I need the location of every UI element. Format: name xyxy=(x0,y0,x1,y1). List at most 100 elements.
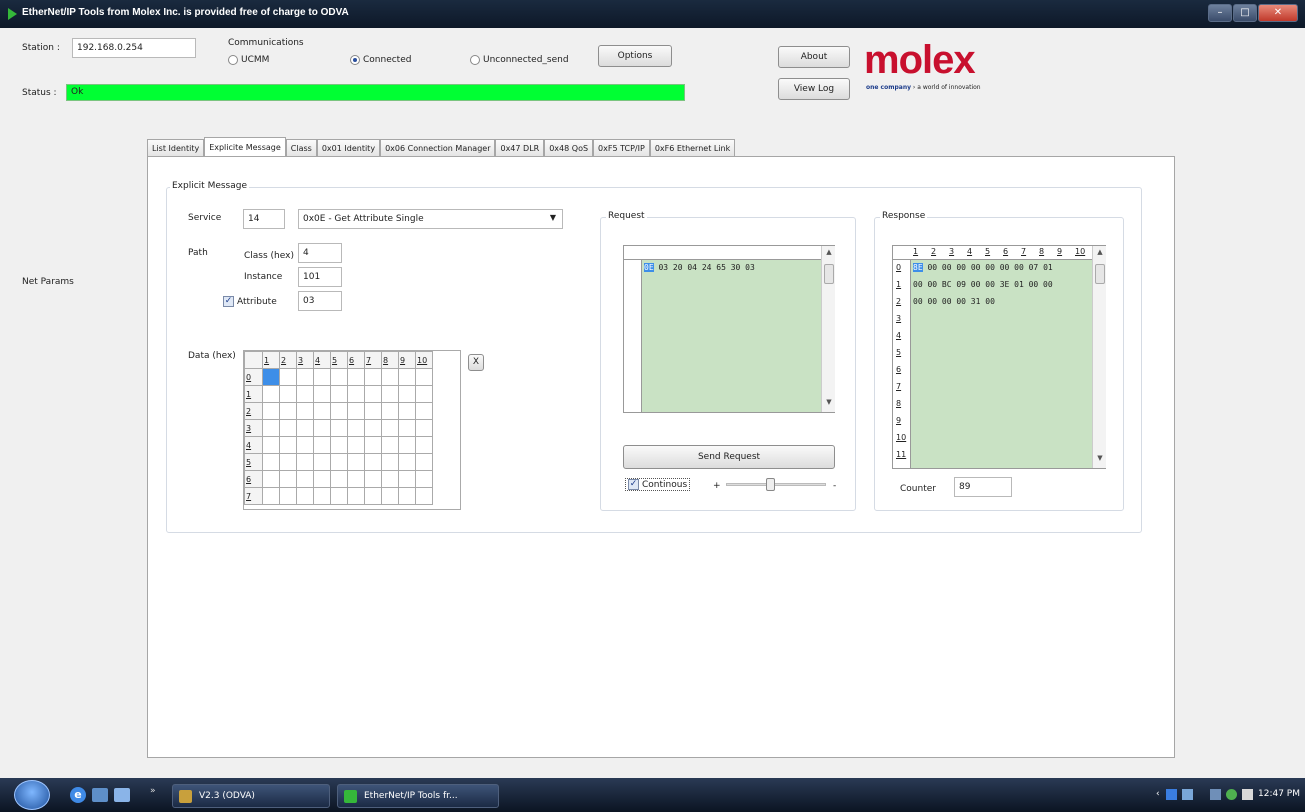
data-cell[interactable] xyxy=(364,419,382,437)
service-select[interactable]: 0x0E - Get Attribute Single ▼ xyxy=(298,209,563,229)
data-cell[interactable] xyxy=(347,470,365,488)
data-cell[interactable] xyxy=(330,453,348,471)
data-cell[interactable] xyxy=(279,368,297,386)
data-cell[interactable] xyxy=(313,385,331,403)
service-code-input[interactable]: 14 xyxy=(243,209,285,229)
data-cell[interactable] xyxy=(262,470,280,488)
data-cell[interactable] xyxy=(296,385,314,403)
data-hex-grid[interactable]: 1 2 3 4 5 6 7 8 9 10 0 1 2 3 4 5 6 7 xyxy=(243,350,461,510)
data-cell[interactable] xyxy=(381,470,399,488)
ie-icon[interactable]: e xyxy=(70,787,86,803)
data-cell[interactable] xyxy=(415,436,433,454)
options-button[interactable]: Options xyxy=(598,45,672,67)
attribute-check-icon[interactable]: ✓ xyxy=(223,296,234,307)
data-cell[interactable] xyxy=(415,402,433,420)
station-input[interactable]: 192.168.0.254 xyxy=(72,38,196,58)
data-cell[interactable] xyxy=(279,470,297,488)
data-cell[interactable] xyxy=(381,419,399,437)
explorer-icon[interactable] xyxy=(92,788,108,802)
continuous-check-icon[interactable]: ✓ xyxy=(628,479,639,490)
data-cell[interactable] xyxy=(347,487,365,505)
data-cell[interactable] xyxy=(296,453,314,471)
tab-0x48-qos[interactable]: 0x48 QoS xyxy=(544,139,594,157)
attribute-checkbox[interactable]: ✓ Attribute xyxy=(223,296,277,307)
radio-ucmm[interactable]: UCMM xyxy=(228,55,269,65)
response-selected-cell[interactable]: 8E xyxy=(913,263,923,272)
data-cell[interactable] xyxy=(330,419,348,437)
speed-slider[interactable] xyxy=(726,478,826,492)
tab-0x06-connection-manager[interactable]: 0x06 Connection Manager xyxy=(380,139,496,157)
data-cell[interactable] xyxy=(347,436,365,454)
about-button[interactable]: About xyxy=(778,46,850,68)
data-cell[interactable] xyxy=(381,385,399,403)
data-cell[interactable] xyxy=(415,487,433,505)
data-cell[interactable] xyxy=(381,453,399,471)
show-desktop-icon[interactable] xyxy=(114,788,130,802)
request-scroll-thumb[interactable] xyxy=(824,264,834,284)
data-cell[interactable] xyxy=(330,368,348,386)
data-cell[interactable] xyxy=(398,368,416,386)
response-scroll-thumb[interactable] xyxy=(1095,264,1105,284)
data-cell[interactable] xyxy=(415,385,433,403)
clear-data-button[interactable]: X xyxy=(468,354,484,371)
scroll-up-icon[interactable]: ▲ xyxy=(822,248,836,256)
close-button[interactable]: ✕ xyxy=(1258,4,1298,22)
taskbar-item-v23[interactable]: V2.3 (ODVA) xyxy=(172,784,330,808)
scroll-down-icon[interactable]: ▼ xyxy=(822,398,836,406)
data-cell[interactable] xyxy=(330,402,348,420)
quicklaunch-chevron-icon[interactable]: » xyxy=(150,786,156,796)
response-grid[interactable]: 1 2 3 4 5 6 7 8 9 10 0 1 2 3 4 5 6 7 8 9 10 11 8E 00 00 00 0… xyxy=(892,245,1106,469)
data-cell[interactable] xyxy=(313,402,331,420)
data-cell[interactable] xyxy=(313,453,331,471)
data-cell[interactable] xyxy=(262,368,280,386)
tab-0x47-dlr[interactable]: 0x47 DLR xyxy=(495,139,545,157)
data-cell[interactable] xyxy=(279,385,297,403)
start-button[interactable] xyxy=(14,780,50,810)
data-cell[interactable] xyxy=(313,436,331,454)
send-request-button[interactable]: Send Request xyxy=(623,445,835,469)
data-cell[interactable] xyxy=(398,402,416,420)
data-cell[interactable] xyxy=(364,453,382,471)
data-cell[interactable] xyxy=(313,487,331,505)
data-cell[interactable] xyxy=(364,487,382,505)
data-cell[interactable] xyxy=(313,368,331,386)
radio-unconnected-send-dot[interactable] xyxy=(470,55,480,65)
radio-unconnected-send[interactable]: Unconnected_send xyxy=(470,55,569,65)
data-cell[interactable] xyxy=(364,470,382,488)
data-cell[interactable] xyxy=(364,385,382,403)
minimize-button[interactable]: – xyxy=(1208,4,1232,22)
tab-list-identity[interactable]: List Identity xyxy=(147,139,205,157)
data-cell[interactable] xyxy=(262,419,280,437)
continuous-checkbox[interactable]: ✓ Continous xyxy=(625,478,691,491)
taskbar-item-ethernetip[interactable]: EtherNet/IP Tools fr... xyxy=(337,784,499,808)
data-cell[interactable] xyxy=(381,402,399,420)
tab-0xf6-ethernet-link[interactable]: 0xF6 Ethernet Link xyxy=(649,139,736,157)
data-cell[interactable] xyxy=(398,470,416,488)
tab-0x01-identity[interactable]: 0x01 Identity xyxy=(316,139,381,157)
data-cell[interactable] xyxy=(347,453,365,471)
tray-icon-2[interactable] xyxy=(1182,789,1193,800)
data-cell[interactable] xyxy=(296,368,314,386)
data-cell[interactable] xyxy=(347,419,365,437)
data-cell[interactable] xyxy=(330,385,348,403)
data-cell[interactable] xyxy=(381,436,399,454)
scroll-down-icon[interactable]: ▼ xyxy=(1093,454,1107,462)
data-cell[interactable] xyxy=(296,402,314,420)
data-cell[interactable] xyxy=(313,470,331,488)
view-log-button[interactable]: View Log xyxy=(778,78,850,100)
tab-class[interactable]: Class xyxy=(285,139,317,157)
slider-thumb[interactable] xyxy=(766,478,775,491)
clock[interactable]: 12:47 PM xyxy=(1258,789,1300,799)
data-cell[interactable] xyxy=(398,385,416,403)
request-selected-cell[interactable]: 0E xyxy=(644,263,654,272)
data-cell[interactable] xyxy=(415,419,433,437)
data-cell[interactable] xyxy=(279,436,297,454)
data-cell[interactable] xyxy=(415,453,433,471)
data-cell[interactable] xyxy=(262,385,280,403)
data-cell[interactable] xyxy=(296,470,314,488)
data-cell[interactable] xyxy=(347,402,365,420)
data-cell[interactable] xyxy=(364,436,382,454)
data-cell[interactable] xyxy=(279,402,297,420)
data-cell[interactable] xyxy=(330,470,348,488)
class-hex-input[interactable]: 4 xyxy=(298,243,342,263)
